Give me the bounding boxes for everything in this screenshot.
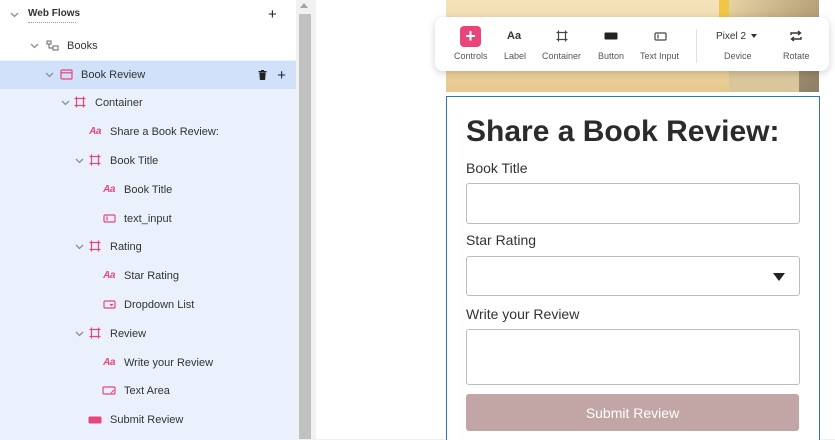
row-actions: +: [258, 68, 286, 83]
rotate-button[interactable]: Rotate: [781, 17, 811, 71]
scrollbar-thumb[interactable]: [299, 14, 311, 439]
container-icon[interactable]: [556, 26, 568, 46]
add-icon[interactable]: +: [460, 25, 481, 47]
tree-item-label: Submit Review: [110, 414, 184, 426]
button-icon: [88, 414, 102, 426]
toolbar-label: Device: [724, 51, 752, 61]
chevron-down-icon[interactable]: [73, 155, 85, 167]
flow-tree-panel: Web Flows + Books Book Review + Containe…: [0, 0, 296, 439]
textarea-icon: [102, 384, 116, 396]
book-title-label: Book Title: [466, 160, 528, 176]
tree-item-label: text_input: [124, 213, 172, 225]
tree-root-label: Web Flows: [28, 8, 81, 19]
chevron-down-icon[interactable]: [59, 97, 71, 109]
book-title-input[interactable]: [466, 183, 800, 224]
tree-item-book-title-container[interactable]: Book Title: [0, 147, 296, 175]
star-rating-dropdown[interactable]: [466, 256, 800, 296]
tree-item-label: Books: [67, 40, 98, 52]
chevron-down-icon[interactable]: [28, 40, 40, 52]
tree-item-heading-text[interactable]: Aa Share a Book Review:: [0, 118, 296, 146]
text-icon[interactable]: Aa: [507, 26, 521, 46]
review-textarea[interactable]: [466, 329, 800, 385]
container-icon: [88, 327, 102, 339]
page-icon: [59, 68, 73, 80]
review-form-card: Share a Book Review: Book Title Star Rat…: [446, 96, 820, 440]
tree-item-label: Book Review: [81, 69, 146, 81]
button-button[interactable]: Button: [596, 17, 626, 71]
tree-item-star-rating-text[interactable]: Aa Star Rating: [0, 262, 296, 290]
toolbar-label: Controls: [454, 51, 488, 61]
tree-item-label: Text Area: [124, 385, 170, 397]
dropdown-icon: [102, 298, 116, 310]
text-icon: Aa: [89, 125, 101, 137]
text-icon: Aa: [103, 356, 115, 368]
toolbar-label: Container: [542, 51, 582, 61]
text-icon: Aa: [103, 183, 115, 195]
button-icon[interactable]: [604, 26, 618, 46]
chevron-down-icon[interactable]: [8, 9, 20, 21]
controls-button[interactable]: + Controls: [453, 17, 489, 71]
tree-item-label: Book Title: [124, 184, 173, 196]
tree-item-book-review[interactable]: Book Review +: [0, 61, 296, 89]
container-icon: [88, 154, 102, 166]
tree-item-label: Star Rating: [124, 270, 180, 282]
container-button[interactable]: Container: [540, 17, 584, 71]
tree-item-review-text[interactable]: Aa Write your Review: [0, 349, 296, 377]
tree-item-label: Write your Review: [124, 357, 214, 369]
tree-item-book-title-text[interactable]: Aa Book Title: [0, 176, 296, 204]
text-input-button[interactable]: Text Input: [639, 17, 683, 71]
label-button[interactable]: Aa Label: [502, 17, 528, 71]
chevron-down-icon[interactable]: [73, 241, 85, 253]
plus-icon[interactable]: +: [277, 68, 286, 83]
text-input-icon[interactable]: [654, 26, 667, 46]
tree-item-container[interactable]: Container: [0, 89, 296, 117]
chevron-down-icon[interactable]: [73, 328, 85, 340]
caret-down-icon: [751, 34, 758, 38]
review-label: Write your Review: [466, 306, 580, 322]
tree-item-text-area[interactable]: Text Area: [0, 377, 296, 405]
tree-item-books[interactable]: Books: [0, 32, 296, 60]
tree-item-text-input[interactable]: text_input: [0, 205, 296, 233]
rotate-icon[interactable]: [789, 26, 803, 46]
text-icon: Aa: [103, 269, 115, 281]
text-input-icon: [102, 212, 116, 224]
tree-item-submit-review[interactable]: Submit Review: [0, 406, 296, 434]
device-value-text: Pixel 2: [716, 30, 747, 42]
flow-icon: [45, 39, 59, 51]
tree-item-review-container[interactable]: Review: [0, 320, 296, 348]
submit-review-button[interactable]: Submit Review: [466, 394, 799, 431]
device-select[interactable]: Pixel 2 Device: [711, 17, 767, 71]
scroll-up-arrow[interactable]: [300, 3, 308, 8]
trash-icon[interactable]: [258, 68, 267, 82]
tree-root-web-flows[interactable]: Web Flows +: [0, 0, 296, 28]
container-icon: [73, 96, 87, 108]
tree-item-label: Review: [110, 328, 147, 340]
toolbar-label: Text Input: [640, 51, 680, 61]
tree-item-label: Book Title: [110, 155, 159, 167]
toolbar-label: Button: [598, 51, 625, 61]
toolbar-label: Label: [504, 51, 527, 61]
star-rating-label: Star Rating: [466, 232, 537, 248]
tree-item-label: Dropdown List: [124, 299, 195, 311]
tree-item-dropdown-list[interactable]: Dropdown List: [0, 291, 296, 319]
plus-icon[interactable]: +: [268, 7, 277, 22]
toolbar-label: Rotate: [783, 51, 810, 61]
root-underline: [28, 22, 76, 23]
toolbar-divider: [696, 29, 697, 63]
tree-item-label: Container: [95, 97, 143, 109]
device-value[interactable]: Pixel 2: [716, 26, 758, 46]
tree-item-label: Share a Book Review:: [110, 126, 219, 138]
tree-item-label: Rating: [110, 241, 142, 253]
image-detail: [729, 70, 799, 92]
chevron-down-icon[interactable]: [43, 69, 55, 81]
form-heading: Share a Book Review:: [466, 115, 780, 148]
container-icon: [88, 240, 102, 252]
caret-down-icon: [773, 273, 785, 281]
tree-item-rating-container[interactable]: Rating: [0, 233, 296, 261]
floating-toolbar: + Controls Aa Label Container Button Tex…: [435, 17, 829, 71]
